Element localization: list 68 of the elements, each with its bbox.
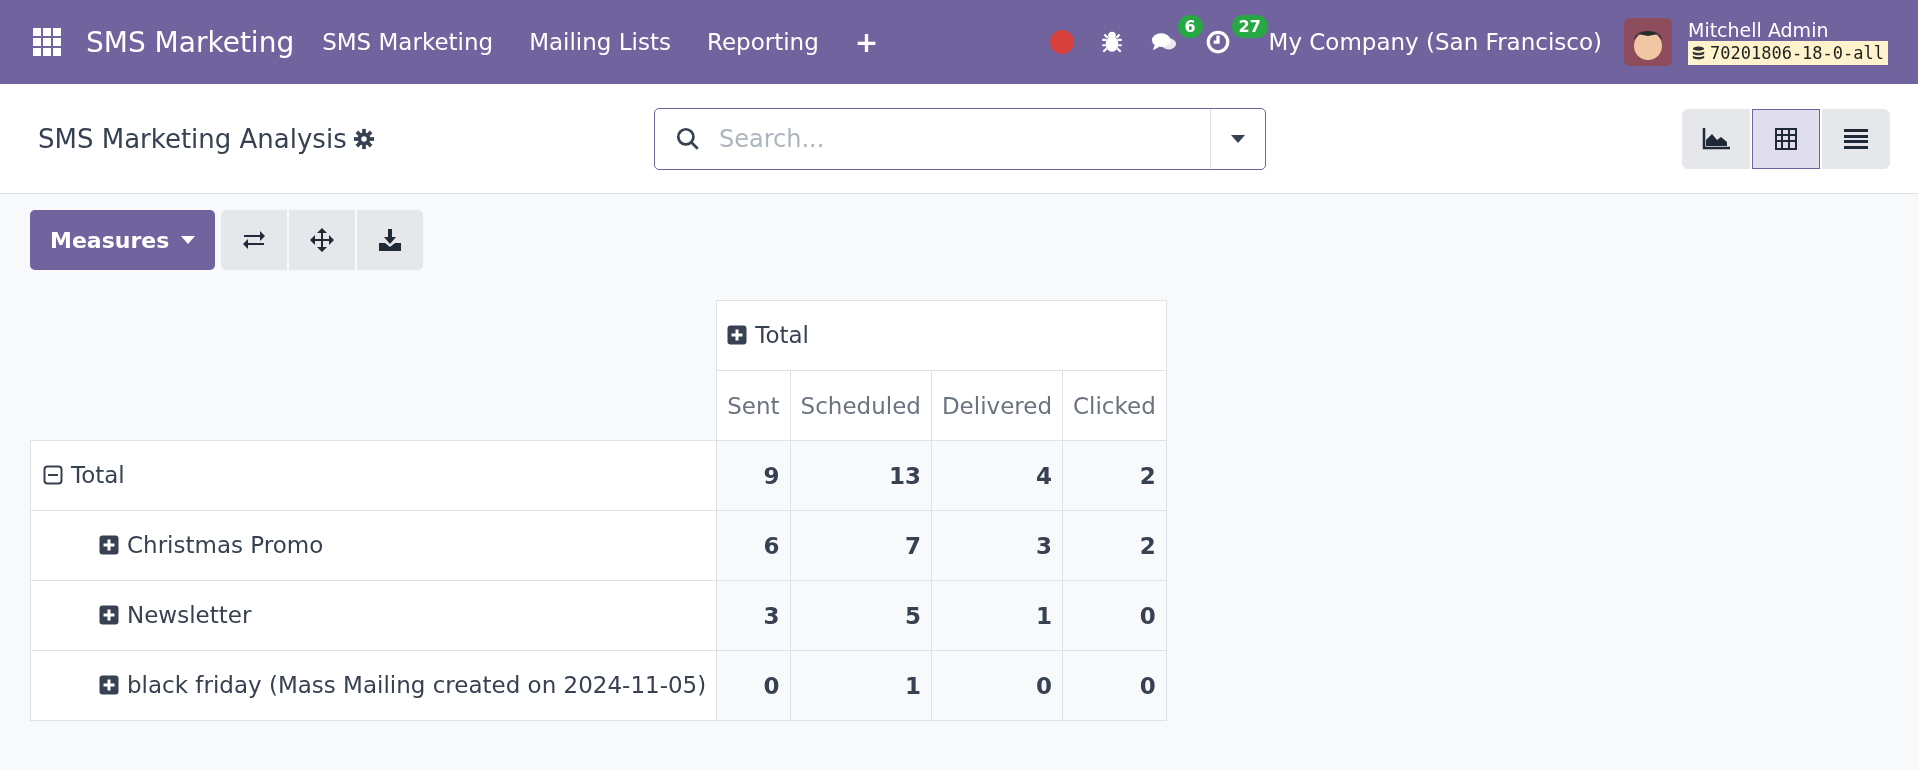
row-header[interactable]: Christmas Promo: [30, 510, 717, 581]
search-icon: [675, 125, 701, 152]
column-header[interactable]: Total: [716, 300, 1167, 371]
list-icon: [1844, 128, 1868, 149]
measure-header[interactable]: Delivered: [931, 370, 1063, 441]
search-field[interactable]: Search...: [654, 107, 1266, 170]
download-icon: [378, 229, 403, 251]
menu-item[interactable]: Mailing Lists: [529, 29, 671, 55]
database-icon: [1692, 45, 1705, 61]
expand-all-button[interactable]: [289, 210, 356, 270]
view-switch-button[interactable]: [1752, 108, 1820, 169]
collapse-icon[interactable]: [43, 464, 63, 485]
apps-menu-icon[interactable]: [32, 27, 62, 57]
table-cell: 1: [790, 650, 932, 721]
company-name[interactable]: My Company (San Francisco): [1268, 29, 1602, 55]
table-cell: 0: [1062, 580, 1167, 651]
notification-badge: 6: [1177, 15, 1203, 38]
flip-axis-button[interactable]: [221, 210, 288, 270]
swap-arrows-icon: [242, 230, 267, 250]
caret-icon: [181, 236, 196, 244]
measures-button[interactable]: Measures: [30, 210, 216, 270]
table-cell: 0: [1062, 650, 1167, 721]
table-cell: 6: [716, 510, 791, 581]
table-icon: [1774, 126, 1798, 151]
menu-item[interactable]: Reporting: [706, 29, 819, 55]
table-cell: 2: [1062, 440, 1167, 511]
menu-item[interactable]: +: [854, 25, 879, 59]
measure-header[interactable]: Clicked: [1062, 370, 1167, 441]
search-input[interactable]: Search...: [717, 123, 1210, 154]
table-cell: 7: [790, 510, 932, 581]
measure-header[interactable]: Sent: [716, 370, 791, 441]
move-arrows-icon: [310, 228, 335, 252]
user-name[interactable]: Mitchell Admin: [1688, 19, 1888, 41]
database-name: 70201806-18-0-all: [1688, 41, 1888, 65]
table-cell: 9: [716, 440, 791, 511]
table-cell: 3: [931, 510, 1063, 581]
menu-item[interactable]: SMS Marketing: [322, 29, 494, 55]
caret-icon: [1231, 134, 1245, 143]
table-cell: 4: [931, 440, 1063, 511]
area-chart-icon: [1702, 127, 1730, 150]
column-label: Total: [755, 321, 809, 348]
row-header[interactable]: Total: [30, 440, 717, 511]
notification-badge: 27: [1231, 15, 1268, 38]
row-label: Christmas Promo: [127, 531, 324, 558]
expand-icon[interactable]: [99, 674, 119, 695]
page-title: SMS Marketing Analysis: [38, 123, 347, 154]
row-label: Total: [71, 461, 125, 488]
measure-header[interactable]: Scheduled: [790, 370, 932, 441]
row-label: Newsletter: [127, 601, 252, 628]
table-cell: 0: [716, 650, 791, 721]
row-header[interactable]: black friday (Mass Mailing created on 2024-11-05): [30, 650, 717, 721]
expand-icon[interactable]: [99, 604, 119, 625]
table-cell: 13: [790, 440, 932, 511]
expand-icon[interactable]: [727, 324, 748, 345]
record-dot-icon[interactable]: [1048, 29, 1075, 55]
table-cell: 3: [716, 580, 791, 651]
settings-icon[interactable]: [352, 127, 375, 150]
row-label: black friday (Mass Mailing created on 2024-11-05): [127, 671, 707, 698]
download-button[interactable]: [357, 210, 424, 270]
expand-icon[interactable]: [99, 534, 119, 555]
avatar-icon[interactable]: [1624, 18, 1672, 66]
table-cell: 0: [931, 650, 1063, 721]
app-name[interactable]: SMS Marketing: [86, 25, 295, 59]
row-header[interactable]: Newsletter: [30, 580, 717, 651]
clock-icon[interactable]: [1204, 29, 1231, 55]
table-cell: 1: [931, 580, 1063, 651]
table-cell: 2: [1062, 510, 1167, 581]
table-cell: 5: [790, 580, 932, 651]
